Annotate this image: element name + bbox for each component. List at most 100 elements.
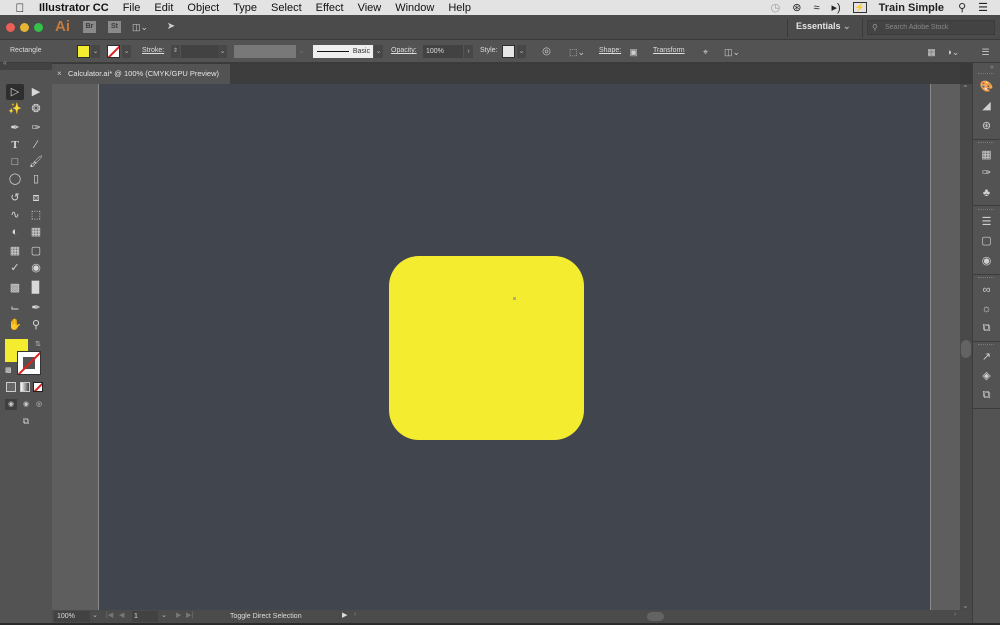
none-mode-button[interactable] — [33, 382, 43, 392]
stroke-panel-icon[interactable]: ☰ — [979, 215, 994, 230]
bridge-button[interactable]: Br — [83, 21, 96, 33]
warp-tool[interactable]: ∿ — [6, 207, 24, 223]
stroke-dropdown[interactable]: ⌄ — [122, 45, 131, 58]
menu-select[interactable]: Select — [271, 2, 302, 14]
color-mode-button[interactable] — [6, 382, 16, 392]
change-screen-mode-icon[interactable]: ⧉ — [17, 416, 35, 428]
perspective-grid-tool[interactable]: ▦ — [27, 224, 45, 240]
graphic-style-dropdown[interactable]: ⌄ — [517, 45, 526, 58]
brushes-icon[interactable]: ✑ — [979, 166, 994, 181]
stroke-label[interactable]: Stroke: — [142, 47, 164, 54]
app-menu[interactable]: Illustrator CC — [39, 2, 109, 14]
curvature-tool[interactable]: ✑ — [27, 120, 45, 136]
type-tool[interactable]: T — [6, 137, 24, 153]
swap-fill-stroke-icon[interactable]: ⇅ — [35, 340, 43, 348]
align-options-icon[interactable]: ⬚⌄ — [567, 46, 587, 58]
distribute-icon[interactable]: ◑⌄ — [943, 46, 963, 58]
scroll-right-icon[interactable]: › — [954, 611, 956, 618]
expand-panels-icon[interactable]: « — [990, 64, 994, 71]
time-machine-icon[interactable]: ◷ — [771, 1, 781, 14]
scroll-left-icon[interactable]: ‹ — [354, 611, 356, 618]
stroke-color-box[interactable] — [17, 351, 41, 375]
column-graph-tool[interactable]: ▉ — [27, 280, 45, 296]
brush-definition[interactable]: Basic — [313, 45, 373, 58]
variable-width-dropdown[interactable]: ⌄ — [297, 45, 306, 58]
paintbrush-tool[interactable]: 🖌 — [27, 154, 45, 170]
menu-object[interactable]: Object — [187, 2, 219, 14]
rounded-rectangle-shape[interactable] — [389, 256, 584, 440]
layers-icon[interactable]: ◈ — [979, 369, 994, 384]
select-similar-icon[interactable]: ◫⌄ — [720, 46, 744, 58]
magic-wand-tool[interactable]: ✨ — [6, 101, 24, 117]
appearance-icon[interactable]: ☼ — [979, 302, 994, 317]
opacity-arrow[interactable]: › — [464, 45, 473, 58]
arrange-documents-icon[interactable]: ◫⌄ — [130, 21, 150, 33]
bluetooth-icon[interactable]: ⊛ — [792, 1, 801, 14]
menu-window[interactable]: Window — [395, 2, 434, 14]
shape-properties-icon[interactable]: ▣ — [627, 46, 640, 58]
stroke-weight-input[interactable] — [181, 45, 218, 58]
libraries-icon[interactable]: ∞ — [979, 283, 994, 298]
graphic-styles-icon[interactable]: ⧉ — [979, 321, 994, 336]
menu-edit[interactable]: Edit — [154, 2, 173, 14]
artboard-tool[interactable]: ⌙ — [6, 300, 24, 316]
eyedropper-tool[interactable]: ✓ — [6, 260, 24, 276]
zoom-dropdown-icon[interactable]: ⌄ — [92, 611, 98, 619]
default-fill-stroke-icon[interactable]: ▩ — [5, 366, 13, 374]
zoom-window-button[interactable] — [34, 23, 43, 32]
shape-builder-tool[interactable]: ◐ — [6, 224, 24, 240]
scale-tool[interactable]: ⧈ — [27, 190, 45, 206]
transparency-icon[interactable]: ◉ — [979, 254, 994, 269]
horizontal-scroll-thumb[interactable] — [647, 612, 664, 621]
artboard-number-field[interactable]: 1 — [132, 611, 158, 622]
direct-selection-tool[interactable]: ▶ — [27, 84, 45, 100]
menu-type[interactable]: Type — [233, 2, 257, 14]
close-tab-icon[interactable]: × — [57, 64, 62, 84]
rotate-tool[interactable]: ↺ — [6, 190, 24, 206]
rectangle-tool[interactable]: □ — [6, 154, 24, 170]
apple-icon[interactable]:  — [13, 1, 27, 15]
next-artboard-icon[interactable]: ▶ — [176, 611, 181, 619]
wifi-icon[interactable]: ≈ — [813, 2, 819, 14]
blend-tool[interactable]: ◉ — [27, 260, 45, 276]
menu-view[interactable]: View — [358, 2, 382, 14]
artboards-icon[interactable]: ⧉ — [979, 388, 994, 403]
tools-panel-header[interactable]: « — [0, 60, 52, 70]
line-segment-tool[interactable]: ∕ — [27, 137, 45, 153]
menu-help[interactable]: Help — [448, 2, 471, 14]
status-menu-icon[interactable]: ▶ — [342, 611, 347, 619]
symbol-sprayer-tool[interactable]: ▩ — [6, 280, 24, 296]
volume-icon[interactable]: ▸) — [831, 1, 840, 14]
opacity-label[interactable]: Opacity: — [391, 47, 417, 54]
variable-width-profile[interactable] — [234, 45, 296, 58]
pen-tool[interactable]: ✒ — [6, 120, 24, 136]
zoom-level-field[interactable]: 100% — [54, 611, 90, 622]
transform-button[interactable]: Transform — [653, 47, 685, 54]
free-transform-tool[interactable]: ⬚ — [27, 207, 45, 223]
fill-swatch[interactable] — [77, 45, 90, 58]
spotlight-icon[interactable]: ⚲ — [958, 1, 966, 14]
css-properties-icon[interactable]: ⊛ — [979, 119, 994, 134]
align-icon[interactable]: ▦ — [925, 46, 938, 58]
isolate-object-icon[interactable]: ⌖ — [699, 46, 712, 58]
shape-label[interactable]: Shape: — [599, 47, 621, 54]
slice-tool[interactable]: ✒ — [27, 300, 45, 316]
minimize-window-button[interactable] — [20, 23, 29, 32]
stroke-swatch[interactable] — [107, 45, 120, 58]
draw-behind-icon[interactable]: ◉ — [20, 399, 32, 410]
draw-inside-icon[interactable]: ◎ — [33, 399, 45, 410]
close-window-button[interactable] — [6, 23, 15, 32]
selection-tool[interactable]: ▷ — [6, 84, 24, 100]
zoom-tool[interactable]: ⚲ — [27, 317, 45, 333]
panel-menu-icon[interactable]: ☰ — [979, 46, 992, 58]
opacity-input[interactable]: 100% — [423, 45, 463, 58]
scroll-up-icon[interactable]: ⌃ — [962, 84, 969, 93]
vertical-scroll-thumb[interactable] — [961, 340, 971, 358]
eraser-tool[interactable]: ▯ — [27, 171, 45, 187]
collapse-icon[interactable]: « — [3, 60, 7, 67]
lasso-tool[interactable]: ❂ — [27, 101, 45, 117]
battery-icon[interactable]: ⚡ — [852, 2, 867, 13]
user-name[interactable]: Train Simple — [879, 2, 944, 14]
gradient-mode-button[interactable] — [20, 382, 30, 392]
symbols-icon[interactable]: ♣ — [979, 186, 994, 201]
